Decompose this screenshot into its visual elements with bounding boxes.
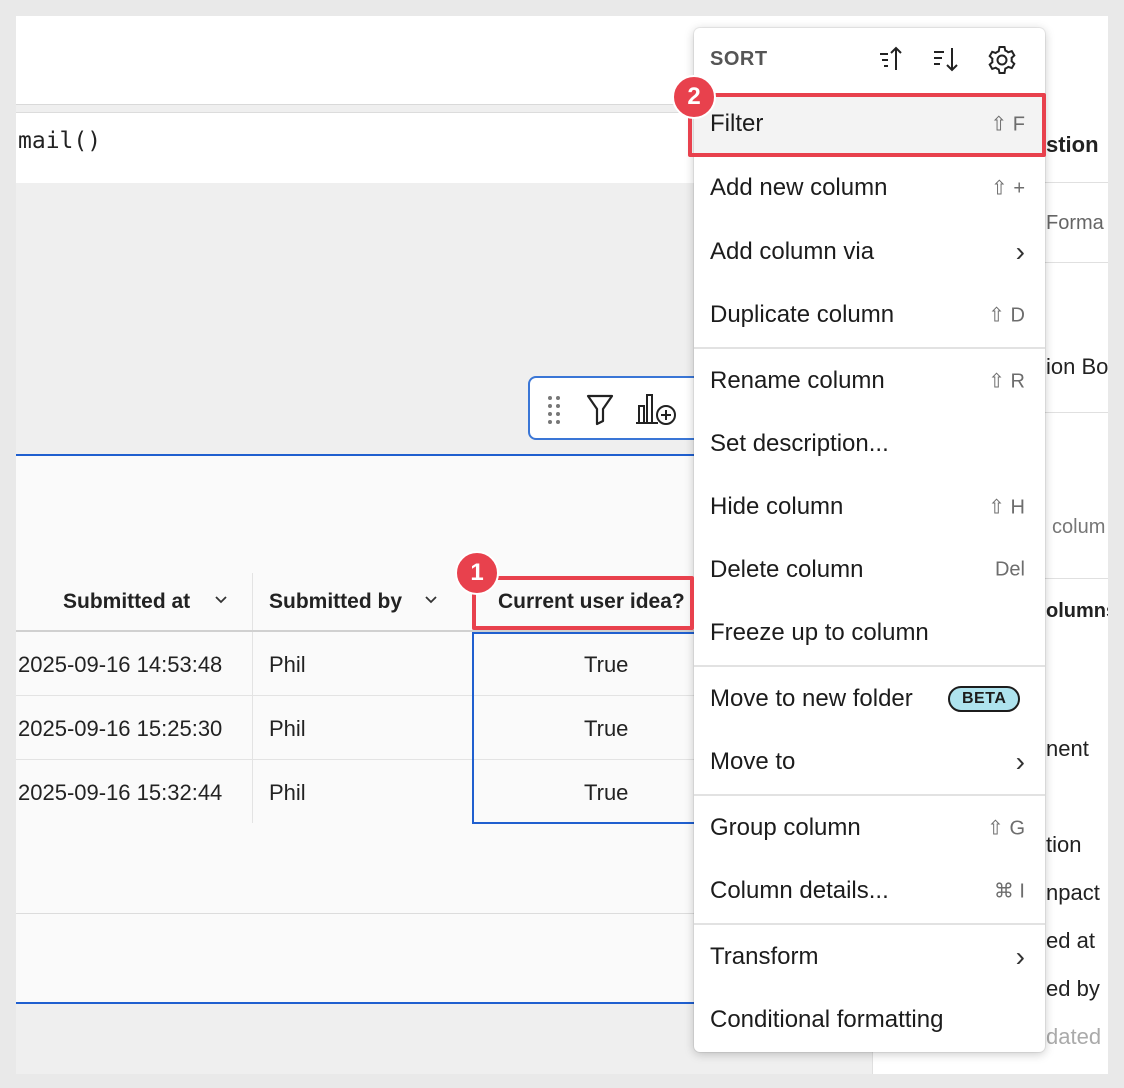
shortcut-hint: ⇧ G — [987, 817, 1025, 840]
shortcut-hint: ⇧ R — [988, 370, 1025, 393]
menu-item-transform[interactable]: Transform › — [694, 927, 1045, 987]
menu-item-set-description[interactable]: Set description... — [694, 414, 1045, 474]
panel-tab[interactable]: Forma — [1046, 212, 1104, 235]
menu-item-label: Delete column — [710, 556, 864, 583]
menu-item-label: Freeze up to column — [710, 619, 929, 646]
cell-submitted-at: 2025-09-16 15:32:44 — [18, 780, 223, 805]
menu-item-label: Column details... — [710, 877, 889, 904]
panel-item[interactable]: nent — [1046, 736, 1089, 762]
panel-item: colum — [1052, 516, 1106, 538]
shortcut-hint: ⇧ H — [988, 496, 1025, 519]
chevron-right-icon: › — [1015, 941, 1025, 972]
menu-item-label: Group column — [710, 814, 861, 841]
panel-item[interactable]: ed at — [1046, 928, 1095, 954]
column-context-menu: SORT Filter ⇧ F Add new column ⇧ + Add c… — [694, 28, 1045, 1052]
menu-divider — [694, 794, 1045, 796]
menu-item-label: Conditional formatting — [710, 1006, 944, 1033]
menu-item-label: Transform — [710, 943, 819, 970]
menu-item-duplicate-column[interactable]: Duplicate column ⇧ D — [694, 285, 1045, 345]
panel-item[interactable]: ion Bo — [1046, 354, 1108, 380]
menu-item-label: Duplicate column — [710, 301, 895, 328]
cell-submitted-at: 2025-09-16 15:25:30 — [18, 716, 223, 741]
cell-submitted-by: Phil — [269, 780, 306, 805]
formula-text: mail() — [18, 128, 102, 154]
menu-item-add-column-via[interactable]: Add column via › — [694, 222, 1045, 282]
menu-item-label: Hide column — [710, 493, 844, 520]
menu-divider — [694, 665, 1045, 667]
menu-item-move-to-new-folder[interactable]: Move to new folder BETA — [694, 669, 1045, 729]
callout-highlight-1 — [472, 576, 694, 630]
header-submitted-at[interactable]: Submitted at — [63, 590, 190, 614]
menu-item-add-new-column[interactable]: Add new column ⇧ + — [694, 158, 1045, 218]
selected-column-outline — [472, 632, 702, 824]
menu-item-move-to[interactable]: Move to › — [694, 732, 1045, 792]
drag-handle-icon[interactable] — [538, 392, 570, 426]
sort-ascending-icon[interactable] — [876, 44, 908, 76]
callout-badge-1: 1 — [455, 551, 499, 595]
menu-divider — [694, 347, 1045, 349]
shortcut-hint: Del — [994, 558, 1025, 581]
cell-submitted-by: Phil — [269, 716, 306, 741]
add-chart-icon[interactable] — [636, 392, 680, 426]
filter-icon[interactable] — [584, 392, 616, 426]
menu-item-hide-column[interactable]: Hide column ⇧ H — [694, 477, 1045, 537]
callout-highlight-2 — [688, 93, 1046, 157]
menu-item-label: Set description... — [710, 430, 889, 457]
gear-icon[interactable] — [986, 44, 1018, 76]
beta-badge: BETA — [948, 686, 1021, 712]
chevron-down-icon[interactable] — [214, 593, 228, 607]
panel-item[interactable]: npact — [1046, 880, 1100, 906]
callout-badge-2: 2 — [672, 75, 716, 119]
sort-descending-icon[interactable] — [930, 44, 962, 76]
menu-item-conditional-formatting[interactable]: Conditional formatting — [694, 990, 1045, 1050]
header-submitted-by[interactable]: Submitted by — [269, 590, 402, 614]
shortcut-hint: ⇧ + — [991, 177, 1025, 200]
menu-item-freeze-up-to-column[interactable]: Freeze up to column — [694, 603, 1045, 663]
menu-item-label: Move to new folder — [710, 685, 913, 712]
shortcut-hint: ⌘ I — [993, 880, 1025, 903]
menu-divider — [694, 923, 1045, 925]
menu-item-label: Rename column — [710, 367, 885, 394]
chevron-down-icon[interactable] — [424, 593, 438, 607]
element-toolbar — [528, 376, 706, 440]
panel-heading: olumns — [1046, 600, 1108, 622]
chevron-right-icon: › — [1015, 236, 1025, 267]
menu-item-group-column[interactable]: Group column ⇧ G — [694, 798, 1045, 858]
menu-item-label: Move to — [710, 748, 796, 775]
panel-item[interactable]: dated — [1046, 1024, 1101, 1050]
menu-item-delete-column[interactable]: Delete column Del — [694, 540, 1045, 600]
cell-submitted-at: 2025-09-16 14:53:48 — [18, 652, 223, 677]
panel-heading: stion — [1046, 132, 1099, 157]
chevron-right-icon: › — [1015, 746, 1025, 777]
menu-item-label: Add column via — [710, 238, 875, 265]
panel-item[interactable]: ed by — [1046, 976, 1100, 1002]
sort-label: SORT — [710, 48, 768, 70]
shortcut-hint: ⇧ D — [988, 304, 1025, 327]
menu-item-label: Add new column — [710, 174, 888, 201]
menu-item-column-details[interactable]: Column details... ⌘ I — [694, 861, 1045, 921]
cell-submitted-by: Phil — [269, 652, 306, 677]
column-separator — [252, 573, 253, 823]
menu-item-rename-column[interactable]: Rename column ⇧ R — [694, 351, 1045, 411]
panel-item[interactable]: tion — [1046, 832, 1081, 858]
